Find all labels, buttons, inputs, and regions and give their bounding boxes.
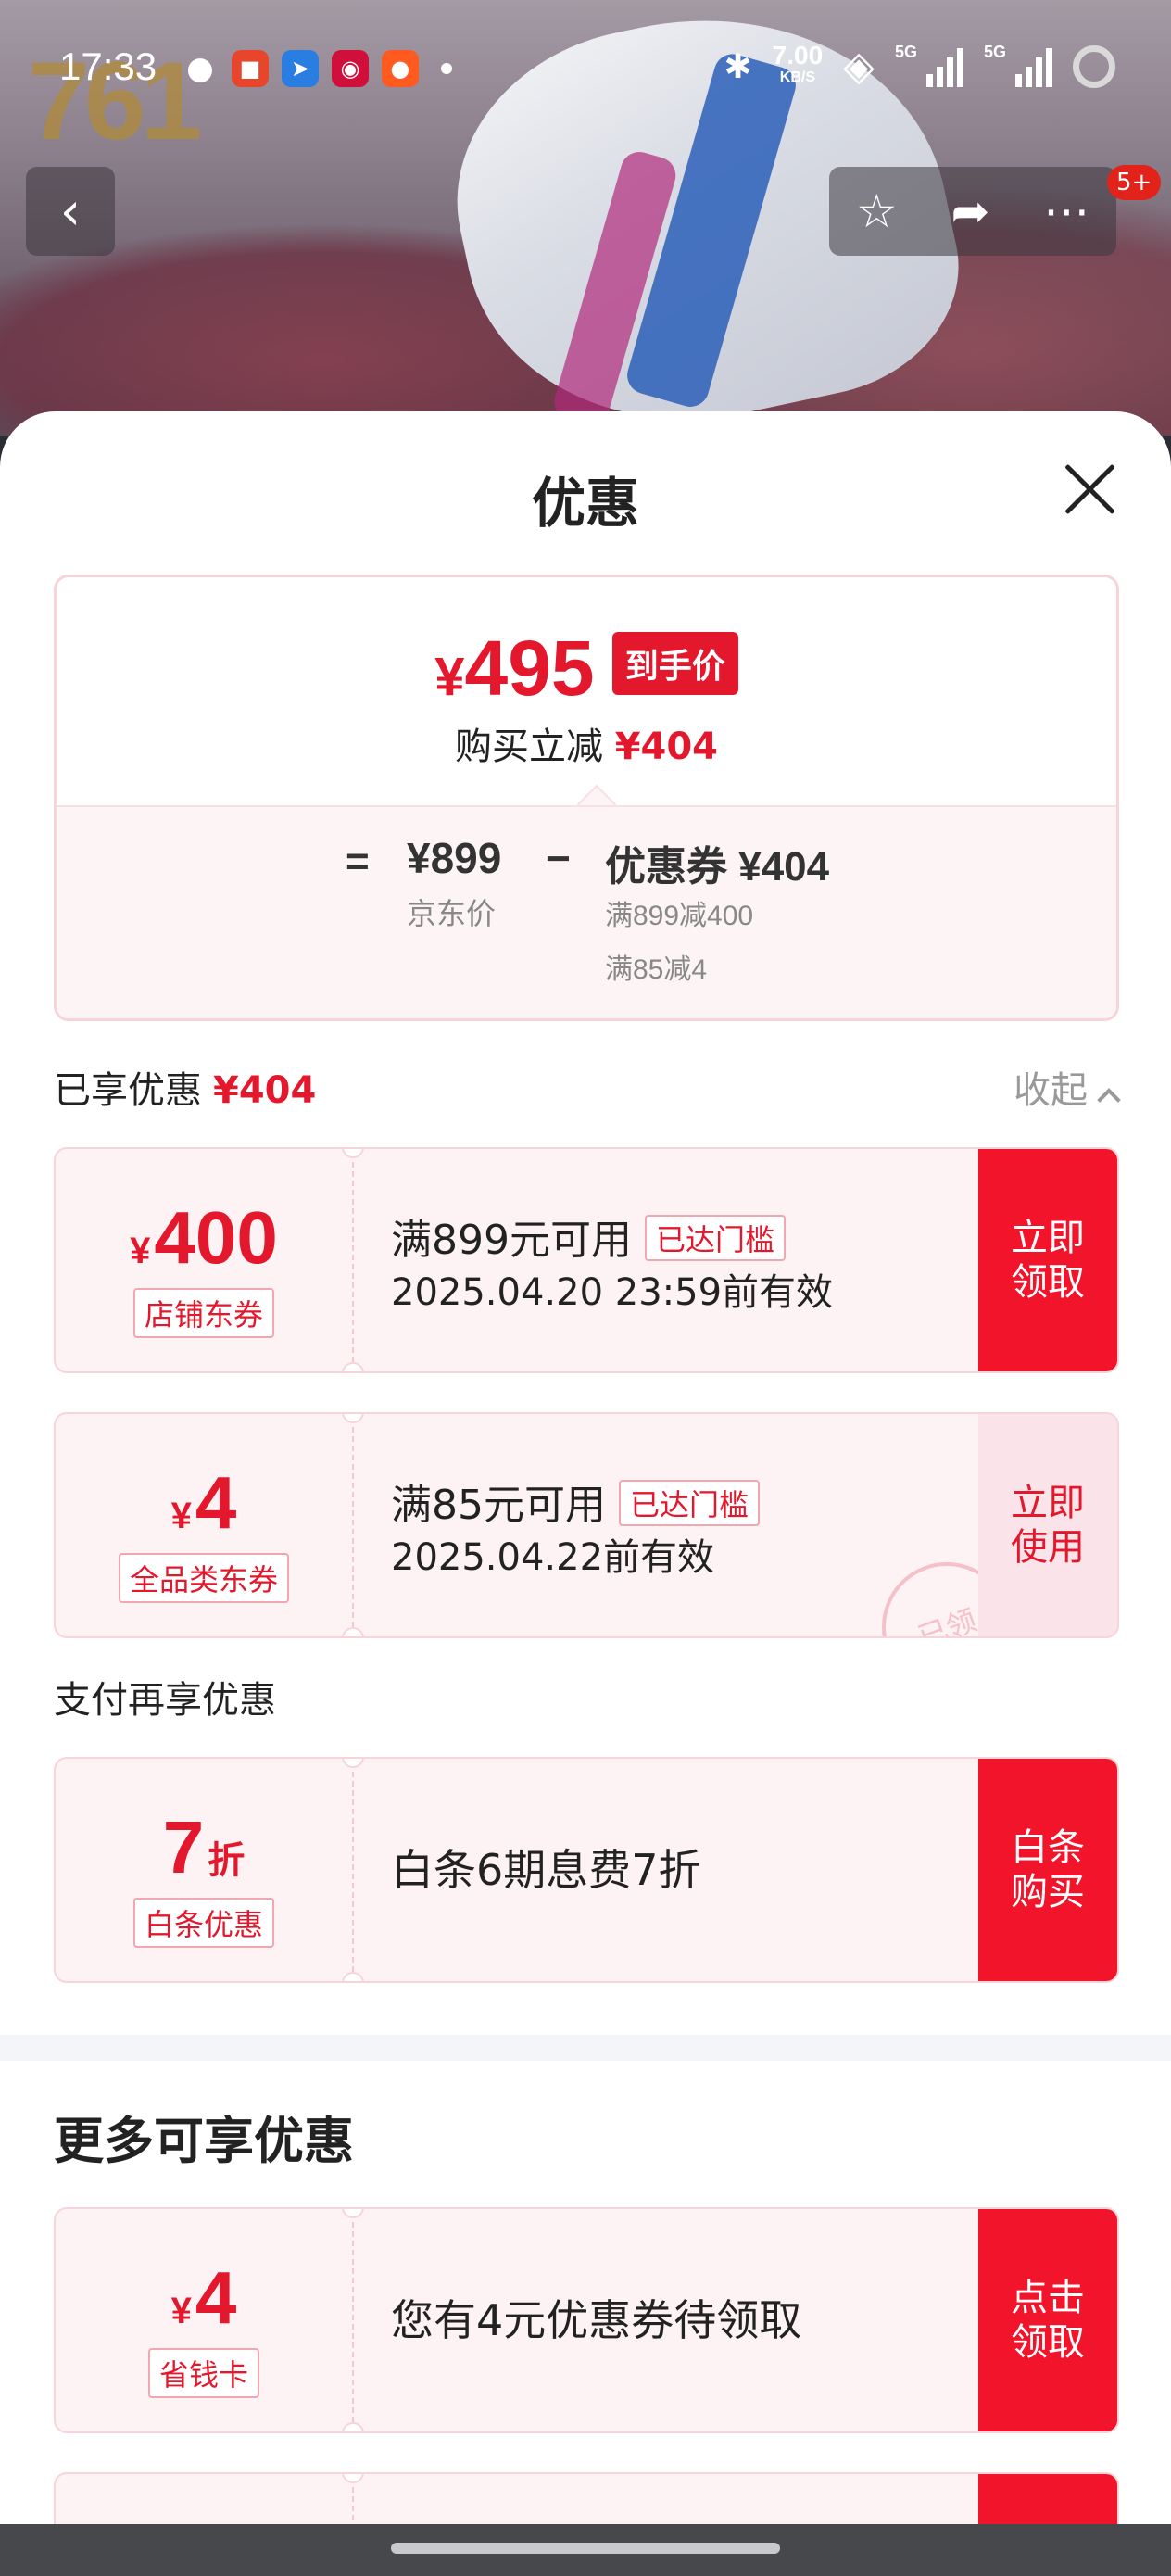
payment-offer-card: 7折 白条优惠 白条6期息费7折 白条 购买 [54, 1757, 1119, 1983]
coupon-card: ¥4 全品类东券 满85元可用 已达门槛 2025.04.22前有效 已领 立即 … [54, 1412, 1119, 1638]
coupon-validity: 2025.04.20 23:59前有效 [391, 1271, 834, 1314]
wechat-icon: ● [186, 50, 214, 87]
more-offers-title: 更多可享优惠 [54, 2112, 354, 2170]
wifi-icon: ◈ [843, 44, 875, 89]
final-price: ¥495 [434, 625, 595, 712]
message-badge: 5+ [1107, 165, 1162, 200]
price-breakdown: = ¥899 京东价 − 优惠券 ¥404 满899减400 满85减4 [57, 805, 1116, 1018]
more-icon[interactable]: ⋯ [1043, 184, 1089, 238]
chevron-up-icon [1097, 1088, 1121, 1112]
threshold-badge: 已达门槛 [619, 1480, 761, 1526]
home-indicator[interactable] [0, 2524, 1171, 2576]
claim-button[interactable] [978, 2474, 1117, 2524]
claim-coupon-button[interactable]: 立即 领取 [978, 1149, 1117, 1371]
coupon-type: 省钱卡 [147, 2348, 260, 2398]
share-icon[interactable]: ➦ [951, 184, 989, 238]
signal-icon: 5G [984, 43, 1052, 87]
top-actions: ☆ ➦ ⋯ [829, 167, 1116, 256]
offer-description: 白条6期息费7折 [391, 1845, 701, 1895]
status-bar: 17:33 ● ■ ➤ ◉ ● ✱ 7.00 KB/S ◈ 5G 5G [0, 37, 1171, 102]
coupon-card: ¥400 店铺东券 满899元可用 已达门槛 2025.04.20 23:59前有… [54, 1147, 1119, 1373]
coupon-validity: 2025.04.22前有效 [391, 1536, 715, 1579]
coupon-amount: ¥4 [170, 1461, 237, 1544]
claim-card-button[interactable]: 点击 领取 [978, 2209, 1117, 2431]
jd-price: ¥899 [407, 834, 502, 882]
instant-discount: 购买立减 ¥404 [454, 726, 719, 768]
offer-type: 白条优惠 [132, 1898, 275, 1948]
coupon-rule: 满899减400 [605, 901, 754, 931]
baitiao-buy-button[interactable]: 白条 购买 [978, 1759, 1117, 1981]
back-button[interactable]: ‹ [26, 167, 115, 256]
coupon-type: 店铺东券 [132, 1288, 275, 1338]
more-notifications-dot [441, 63, 452, 74]
signal-icon: 5G [895, 43, 963, 87]
price-summary-card: ¥495 到手价 购买立减 ¥404 = ¥899 京东价 − 优惠券 ¥404… [54, 575, 1119, 1021]
offer-description: 您有4元优惠券待领取 [391, 2295, 802, 2345]
payment-discount-header: 支付再享优惠 [54, 1679, 276, 1722]
coupon-total: 优惠券 ¥404 [605, 844, 830, 890]
coupon-condition: 满899元可用 已达门槛 [391, 1206, 786, 1266]
app-icon-orange: ■ [232, 50, 269, 87]
jd-price-label: 京东价 [407, 897, 497, 930]
coupon-rule: 满85减4 [605, 954, 708, 985]
chevron-left-icon: ‹ [59, 181, 82, 242]
coupon-type: 全品类东券 [118, 1553, 290, 1603]
coupon-condition: 满85元可用 已达门槛 [391, 1471, 761, 1531]
collapse-button[interactable]: 收起 [1014, 1060, 1121, 1114]
app-icon-blue: ➤ [282, 50, 319, 87]
final-price-tag: 到手价 [611, 631, 738, 695]
sheet-title: 优惠 [531, 472, 639, 535]
close-icon[interactable] [1060, 460, 1119, 519]
coupon-amount: ¥4 [170, 2256, 237, 2339]
section-divider [0, 2035, 1171, 2061]
coupon-amount: ¥400 [130, 1196, 278, 1279]
notification-icons: ● ■ ➤ ◉ ● [182, 50, 452, 87]
offer-discount: 7折 [162, 1806, 246, 1888]
money-saving-card: ¥4 省钱卡 您有4元优惠券待领取 点击 领取 [54, 2207, 1119, 2433]
battery-icon [1073, 44, 1115, 88]
discount-sheet: 优惠 ¥495 到手价 购买立减 ¥404 = ¥899 京东价 − 优惠券 ¥… [0, 411, 1171, 2524]
app-icon-tmall: ◉ [332, 50, 369, 87]
coupon-card-partial [54, 2472, 1119, 2524]
app-icon-taobao: ● [382, 50, 419, 87]
bluetooth-icon: ✱ [724, 46, 752, 85]
threshold-badge: 已达门槛 [644, 1215, 786, 1261]
favorite-star-icon[interactable]: ☆ [856, 184, 898, 238]
net-speed: 7.00 KB/S [772, 40, 824, 85]
status-time: 17:33 [59, 44, 157, 88]
status-right: ✱ 7.00 KB/S ◈ 5G 5G [724, 40, 1115, 90]
enjoyed-discount-header: 已享优惠 ¥404 [54, 1069, 317, 1112]
use-coupon-button[interactable]: 立即 使用 [978, 1414, 1117, 1636]
